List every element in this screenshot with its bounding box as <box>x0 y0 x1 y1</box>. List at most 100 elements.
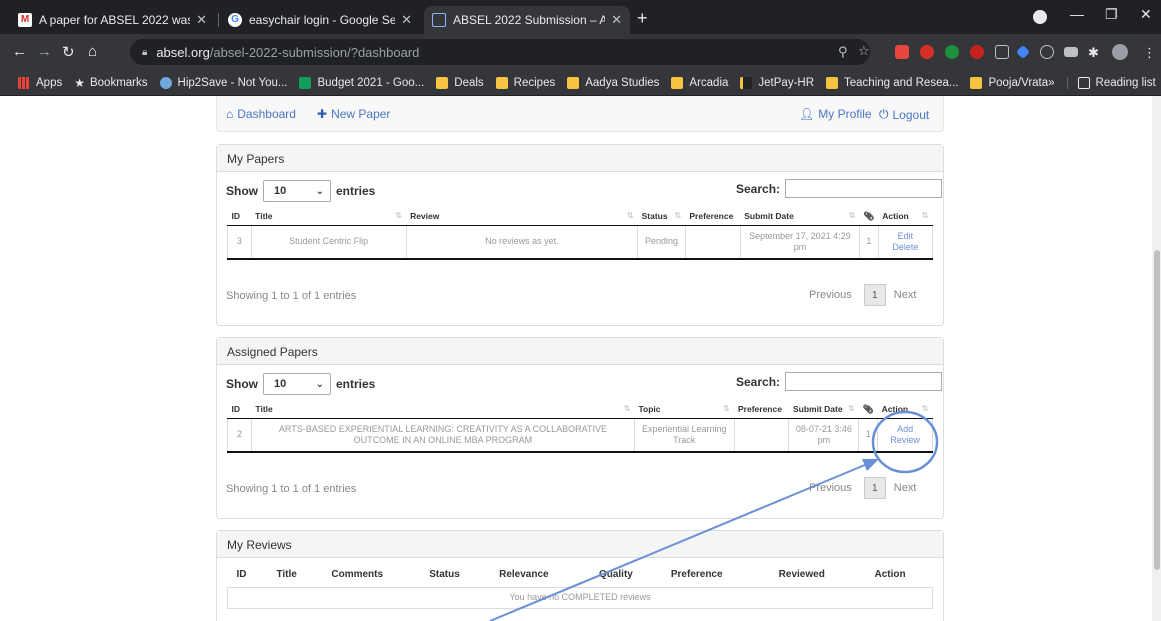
entries-select[interactable]: 10 ⌄ <box>263 180 331 202</box>
extension-icon[interactable] <box>1064 47 1078 57</box>
previous-button[interactable]: Previous <box>809 289 852 301</box>
column-header-status[interactable]: Status <box>420 563 491 588</box>
extension-icon[interactable] <box>920 45 934 59</box>
show-label: Show <box>226 184 258 198</box>
add-review-link[interactable]: Add Review <box>882 424 928 446</box>
nav-my-profile-label: My Profile <box>818 107 872 121</box>
home-icon[interactable]: ⌂ <box>88 43 97 60</box>
browser-tab-google-search[interactable]: G easychair login - Google Search ✕ <box>220 6 420 34</box>
zoom-icon[interactable]: ⚲ <box>838 44 848 60</box>
user-icon: 👤︎ <box>799 107 815 121</box>
panel-heading: My Papers <box>217 145 943 172</box>
search-input[interactable] <box>785 372 943 391</box>
column-header-submit-date[interactable]: Submit Date ⇅ <box>788 401 859 419</box>
column-header-reviewed[interactable]: Reviewed <box>769 563 866 588</box>
column-header-quality[interactable]: Quality <box>589 563 662 588</box>
entries-select[interactable]: 10 ⌄ <box>263 373 331 395</box>
nav-dashboard[interactable]: ⌂ Dashboard <box>226 107 296 121</box>
entries-length: Show 10 ⌄ entries <box>226 373 375 395</box>
nav-my-profile[interactable]: 👤︎ My Profile <box>799 107 872 121</box>
avatar[interactable] <box>1112 44 1128 60</box>
bookmark-jetpay[interactable]: JetPay-HR <box>740 76 814 89</box>
close-icon[interactable]: ✕ <box>401 12 412 28</box>
column-header-title[interactable]: Title <box>267 563 323 588</box>
nav-new-paper[interactable]: ✚ New Paper <box>317 107 390 121</box>
column-header-action[interactable]: Action <box>865 563 933 588</box>
extension-icon[interactable] <box>1015 44 1031 60</box>
bookmark-arcadia[interactable]: Arcadia <box>671 76 728 89</box>
edit-link[interactable]: Edit <box>883 231 928 242</box>
scrollbar-thumb[interactable] <box>1154 250 1160 570</box>
menu-icon[interactable]: ⋮ <box>1143 45 1156 61</box>
column-header-title[interactable]: Title ⇅ <box>251 208 407 226</box>
column-header-preference[interactable]: Preference <box>734 401 789 419</box>
delete-link[interactable]: Delete <box>883 242 928 253</box>
page-button[interactable]: 1 <box>863 477 886 499</box>
column-header-title[interactable]: Title ⇅ <box>251 401 635 419</box>
column-header-attachments[interactable]: 📎︎ <box>859 208 879 226</box>
bookmark-star-icon[interactable]: ☆ <box>858 43 870 59</box>
sort-icon: ⇅ <box>626 211 634 221</box>
bookmark-bookmarks[interactable]: ★ Bookmarks <box>74 76 147 90</box>
browser-tab-gmail[interactable]: M A paper for ABSEL 2022 was assi ✕ <box>10 6 215 34</box>
tab-title: ABSEL 2022 Submission – ABSEL <box>453 13 606 27</box>
pocket-icon[interactable] <box>995 45 1009 59</box>
column-header-action[interactable]: Action ⇅ <box>878 208 933 226</box>
bookmarks-overflow[interactable]: » <box>1048 77 1054 89</box>
profile-icon[interactable] <box>1033 10 1047 24</box>
maximize-icon[interactable]: ❐ <box>1105 6 1118 23</box>
column-header-status[interactable]: Status ⇅ <box>637 208 686 226</box>
paperclip-icon: 📎︎ <box>863 210 875 221</box>
check-icon[interactable] <box>1040 45 1054 59</box>
extension-icon[interactable] <box>945 45 959 59</box>
cell-id: 2 <box>227 417 252 453</box>
sort-icon: ⇅ <box>623 404 631 414</box>
column-header-submit-date[interactable]: Submit Date ⇅ <box>740 208 860 226</box>
column-header-attachments[interactable]: 📎︎ <box>858 401 878 419</box>
adblock-icon[interactable] <box>970 45 984 59</box>
bookmark-recipes[interactable]: Recipes <box>495 76 555 89</box>
cell-id: 3 <box>227 224 252 260</box>
previous-button[interactable]: Previous <box>809 482 852 494</box>
search-label: Search: <box>736 181 781 196</box>
column-header-id[interactable]: ID <box>227 208 252 226</box>
browser-tab-absel[interactable]: ABSEL 2022 Submission – ABSEL ✕ <box>424 6 630 34</box>
bookmark-label: Deals <box>454 76 484 89</box>
bookmark-hip2save[interactable]: Hip2Save - Not You... <box>159 76 287 89</box>
close-icon[interactable]: ✕ <box>196 12 207 28</box>
next-button[interactable]: Next <box>894 482 917 494</box>
bookmark-teaching[interactable]: Teaching and Resea... <box>826 76 958 89</box>
bookmark-deals[interactable]: Deals <box>436 76 484 89</box>
column-header-preference[interactable]: Preference <box>661 563 770 588</box>
extension-icon[interactable] <box>895 45 909 59</box>
reading-list[interactable]: Reading list <box>1066 76 1156 89</box>
minimize-icon[interactable]: — <box>1070 6 1084 22</box>
search-input[interactable] <box>785 179 943 198</box>
column-header-relevance[interactable]: Relevance <box>490 563 590 588</box>
back-icon[interactable]: ← <box>12 43 27 60</box>
column-header-action[interactable]: Action ⇅ <box>877 401 933 419</box>
column-header-topic[interactable]: Topic ⇅ <box>634 401 734 419</box>
forward-icon[interactable]: → <box>37 43 52 60</box>
reload-icon[interactable]: ↻ <box>62 43 75 61</box>
column-header-review[interactable]: Review ⇅ <box>406 208 638 226</box>
absel-icon <box>432 13 446 27</box>
column-header-id[interactable]: ID <box>227 401 252 419</box>
nav-logout[interactable]: ⏻ Logout <box>879 107 929 122</box>
address-bar[interactable]: 🔒︎ absel.org/absel-2022-submission/?dash… <box>130 39 870 65</box>
bookmark-budget[interactable]: Budget 2021 - Goo... <box>299 76 424 89</box>
bookmark-aadya-studies[interactable]: Aadya Studies <box>567 76 659 89</box>
column-header-id[interactable]: ID <box>227 563 268 588</box>
column-header-comments[interactable]: Comments <box>322 563 421 588</box>
column-header-preference[interactable]: Preference <box>685 208 741 226</box>
window-close-icon[interactable]: ✕ <box>1140 6 1152 23</box>
bookmark-pooja[interactable]: Pooja/Vrata <box>970 76 1048 89</box>
next-button[interactable]: Next <box>894 289 917 301</box>
page-button[interactable]: 1 <box>863 284 886 306</box>
close-icon[interactable]: ✕ <box>611 12 622 28</box>
paperclip-icon: 📎︎ <box>862 403 874 414</box>
bookmark-apps[interactable]: Apps <box>18 76 62 89</box>
gmail-icon: M <box>18 13 32 27</box>
puzzle-icon[interactable]: ✱ <box>1088 45 1099 61</box>
new-tab-button[interactable]: + <box>637 8 648 29</box>
